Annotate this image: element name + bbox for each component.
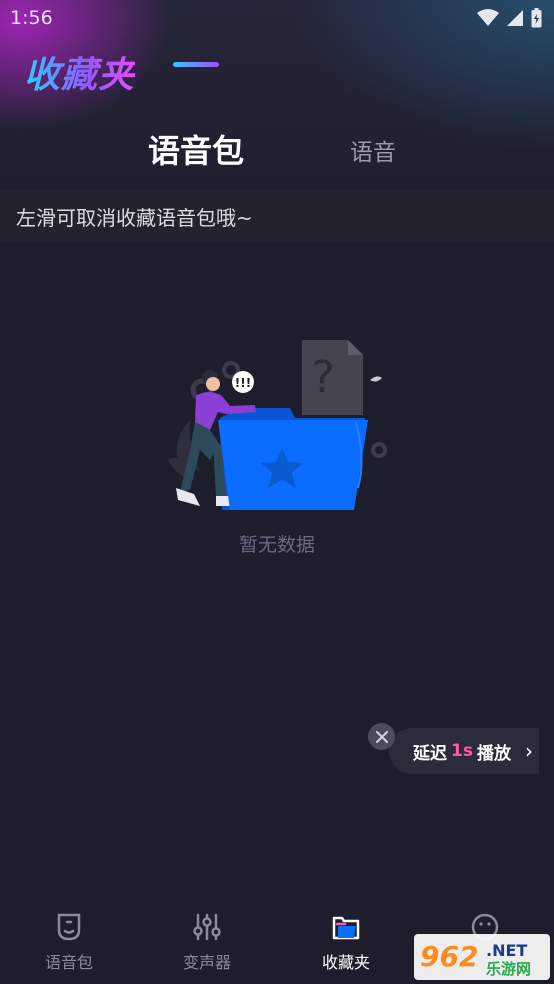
tab-bar: 语音包 语音 <box>0 120 554 190</box>
tab-voice-pack[interactable]: 语音包 <box>140 126 252 172</box>
gear-icon <box>371 442 387 458</box>
wifi-icon <box>477 9 499 26</box>
close-icon <box>375 730 388 743</box>
app-title: 收藏夹 <box>24 46 135 98</box>
speech-bubble-text: !!! <box>235 376 251 390</box>
folder-icon <box>332 916 360 940</box>
chevron-right-icon: › <box>524 739 533 763</box>
nav-label-favorites: 收藏夹 <box>321 953 370 972</box>
tab-voice-label: 语音 <box>350 140 396 166</box>
nav-item-voice-pack[interactable]: 语音包 <box>24 910 114 973</box>
active-tab-indicator <box>173 62 219 67</box>
signal-icon <box>507 10 523 26</box>
status-bar: 1:56 <box>0 0 554 36</box>
sliders-icon <box>193 913 221 941</box>
swipe-hint: 左滑可取消收藏语音包哦~ <box>0 190 554 242</box>
tab-voice-pack-label: 语音包 <box>147 132 244 170</box>
empty-state-text: 暂无数据 <box>238 534 315 556</box>
battery-icon <box>531 8 542 28</box>
nav-label-voice-pack: 语音包 <box>44 953 93 972</box>
delay-playback-button[interactable]: 延迟 1s 播放 › <box>389 728 539 774</box>
delay-close-button[interactable] <box>368 723 395 750</box>
nav-item-favorites[interactable]: 收藏夹 <box>301 910 391 973</box>
watermark-domain: .NET <box>486 941 527 960</box>
nav-label-voice-changer: 变声器 <box>182 953 231 972</box>
status-icons <box>477 8 542 28</box>
nav-item-voice-changer[interactable]: 变声器 <box>162 910 252 973</box>
watermark-number: 962 <box>420 940 478 973</box>
status-time: 1:56 <box>10 7 53 29</box>
delay-prefix: 延迟 <box>413 743 447 764</box>
svg-text:?: ? <box>311 352 334 403</box>
delay-value: 1s <box>451 741 473 761</box>
tab-voice[interactable]: 语音 <box>340 133 406 167</box>
empty-folder-illustration: ? !!! <box>168 340 387 510</box>
watermark-name: 乐游网 <box>486 960 531 978</box>
watermark-logo: 962 .NET 乐游网 <box>414 934 550 980</box>
badge-icon <box>57 913 81 941</box>
delay-suffix: 播放 <box>476 743 511 764</box>
